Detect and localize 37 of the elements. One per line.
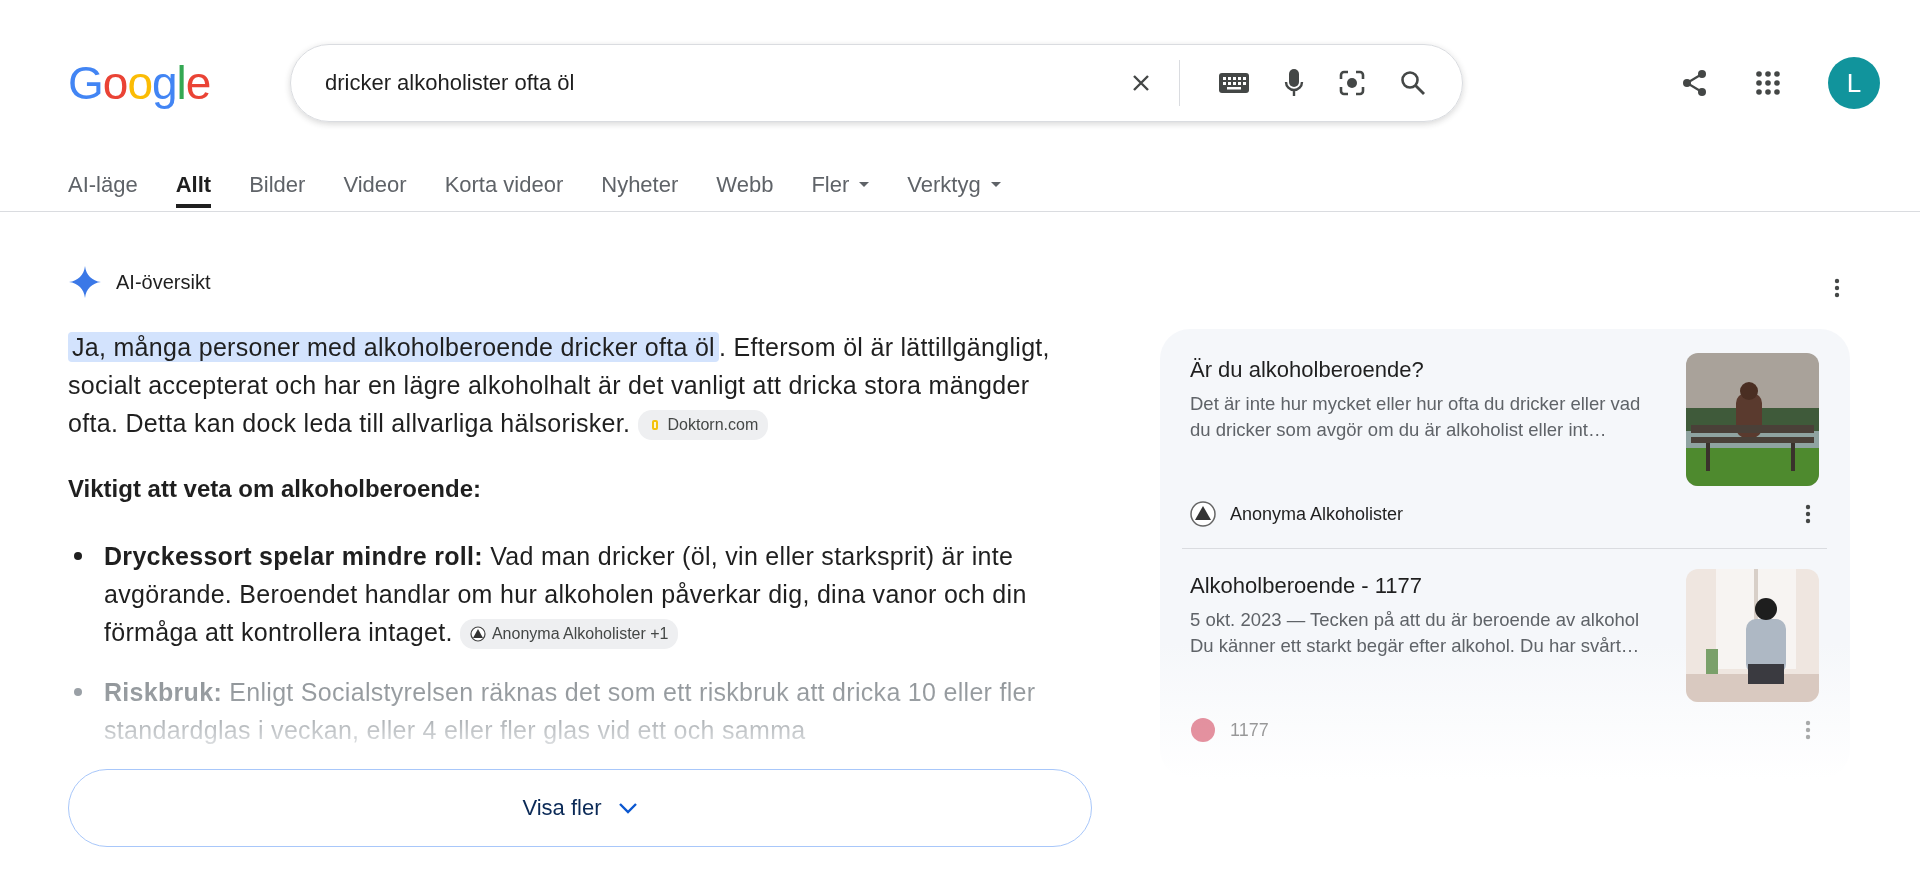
tab[interactable]: Verktyg xyxy=(907,166,1001,208)
caret-icon xyxy=(859,182,870,188)
microphone-icon[interactable] xyxy=(1284,68,1304,98)
bullet-dot xyxy=(74,552,82,560)
tab[interactable]: Nyheter xyxy=(601,166,679,208)
tab[interactable]: Webb xyxy=(716,166,774,208)
triangle-logo-icon xyxy=(469,626,486,643)
camera-lens-icon[interactable] xyxy=(1338,69,1366,97)
sparkle-icon xyxy=(68,265,102,299)
result-title[interactable]: Alkoholberoende - 1177 xyxy=(1190,571,1660,601)
result-title[interactable]: Är du alkoholberoende? xyxy=(1190,355,1660,385)
search-icon[interactable] xyxy=(1400,70,1426,96)
result-snippet: 5 okt. 2023 — Tecken på att du är beroende av alkohol Du känner ett starkt begär efter alkohol. Du har svårt… xyxy=(1190,608,1641,658)
keyboard-icon[interactable] xyxy=(1218,72,1250,94)
tab[interactable]: Fler xyxy=(811,166,870,208)
show-more-button[interactable]: Visa fler xyxy=(68,769,1092,847)
source-chip[interactable]: Doktorn.com xyxy=(637,410,769,441)
avatar[interactable]: L xyxy=(1828,57,1880,109)
caret-icon xyxy=(990,182,1001,188)
more-options-icon[interactable] xyxy=(1834,278,1840,298)
more-options-icon[interactable] xyxy=(1805,504,1811,524)
bullet-dot xyxy=(74,688,82,696)
tab[interactable]: Korta videor xyxy=(444,166,564,208)
tab[interactable]: Videor xyxy=(343,166,407,208)
source-chip[interactable]: Anonyma Alkoholister +1 xyxy=(459,619,679,650)
tab[interactable]: AI-läge xyxy=(68,166,138,208)
chevron-down-icon xyxy=(617,802,638,814)
tab[interactable]: Allt xyxy=(175,166,212,208)
share-icon[interactable] xyxy=(1682,69,1708,97)
site-name[interactable]: Anonyma Alkoholister xyxy=(1230,503,1404,525)
tab[interactable]: Bilder xyxy=(249,166,306,208)
section-heading: Viktigt att veta om alkoholberoende: xyxy=(68,474,482,504)
result-snippet: Det är inte hur mycket eller hur ofta du dricker eller vad du dricker som avgör om du är alkoholist eller int… xyxy=(1190,392,1642,442)
search-input[interactable]: dricker alkoholister ofta öl xyxy=(323,69,1129,97)
bullet-item: Dryckessort spelar mindre roll: Vad man dricker (öl, vin eller starksprit) är inte avgörande. Beroendet handlar om hur alkoholen påverkar dig, dina vanor och din förmåga att kontrollera intaget. Anonyma Alkoholister +1 xyxy=(104,537,1092,651)
apps-grid-icon[interactable] xyxy=(1756,71,1780,95)
overview-title: AI-översikt xyxy=(116,270,211,294)
